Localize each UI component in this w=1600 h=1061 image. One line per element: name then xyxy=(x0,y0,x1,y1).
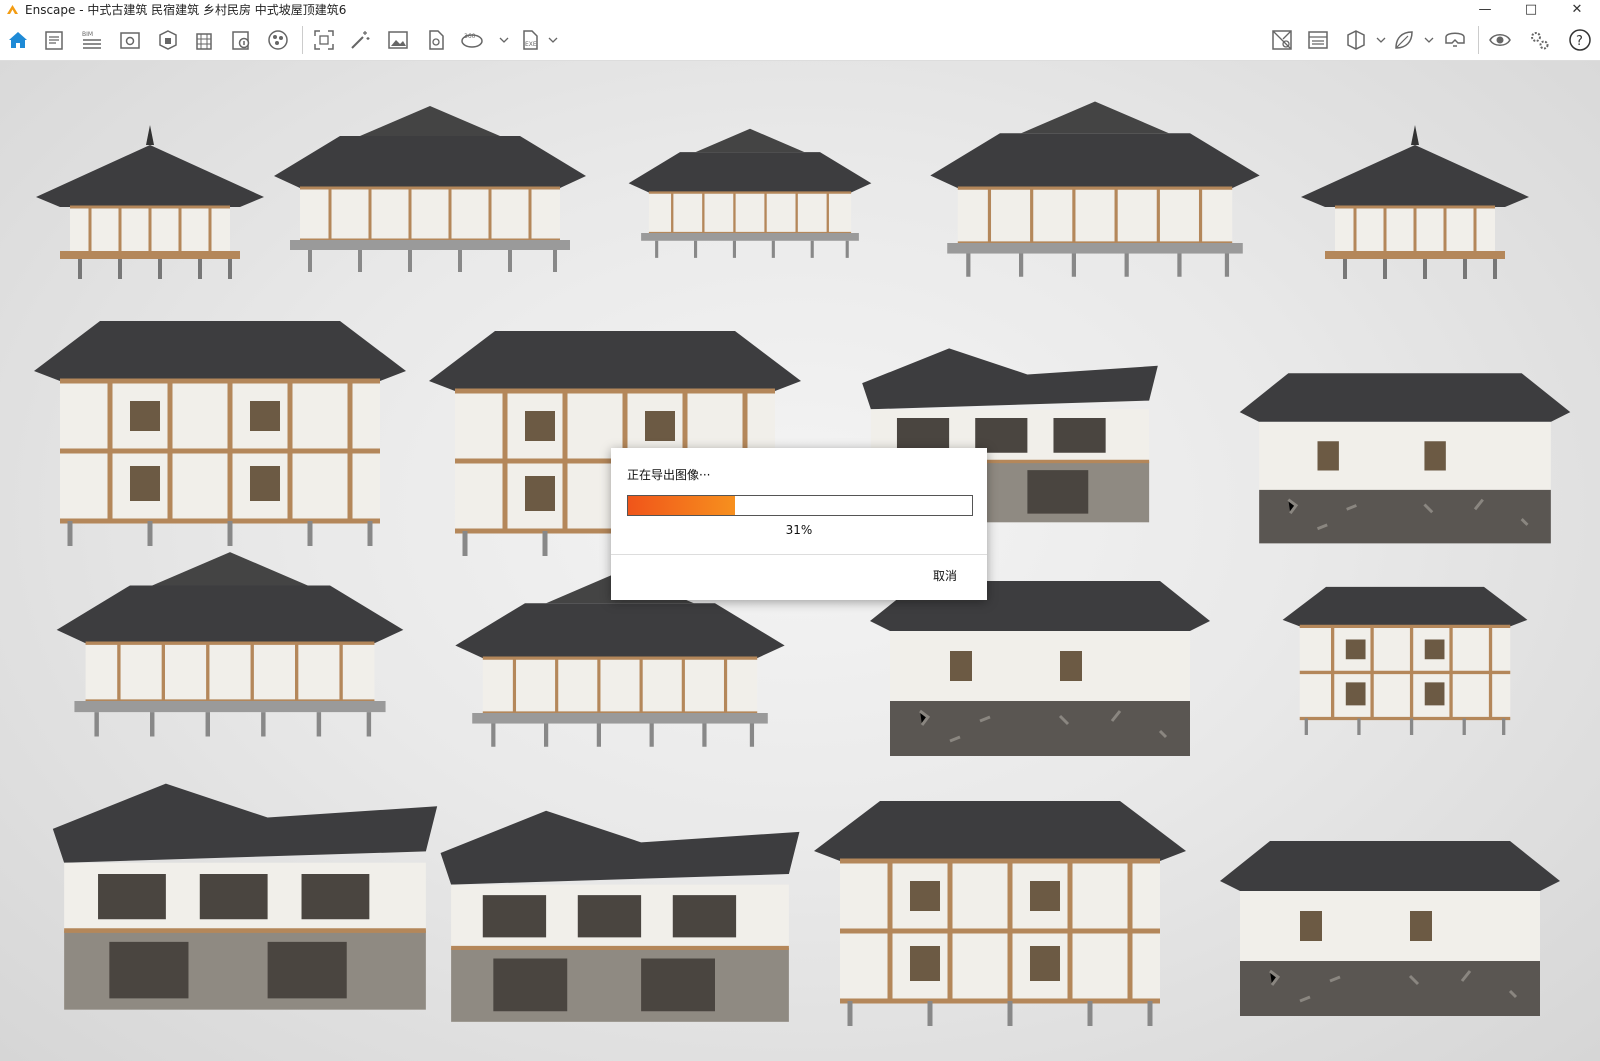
enscape-logo-icon xyxy=(7,4,18,14)
stone-house-model xyxy=(868,579,1212,758)
exe-export-icon[interactable]: EXE xyxy=(518,28,542,52)
chevron-down-icon[interactable] xyxy=(499,36,509,44)
progress-fill xyxy=(628,496,735,515)
hall-model xyxy=(626,127,874,260)
export-file-icon[interactable] xyxy=(424,28,448,52)
courtyard-model xyxy=(57,552,404,736)
modern-house-model xyxy=(441,811,800,1022)
progress-bar xyxy=(627,495,973,516)
chevron-down-icon[interactable] xyxy=(1424,36,1434,44)
cube-view-icon[interactable] xyxy=(1344,28,1368,52)
view-icon[interactable] xyxy=(118,28,142,52)
dialog-title: 正在导出图像··· xyxy=(627,468,711,482)
asset-library-icon[interactable] xyxy=(156,28,180,52)
info-book-icon[interactable] xyxy=(229,28,253,52)
toolbar-separator xyxy=(1478,26,1479,54)
magic-wand-icon[interactable] xyxy=(348,28,372,52)
main-toolbar: BIM 360 EXE ? xyxy=(0,18,1600,75)
progress-percent: 31% xyxy=(785,523,813,537)
help-label: ? xyxy=(1576,34,1583,49)
stone-house-model xyxy=(1238,371,1572,545)
cancel-button[interactable]: 取消 xyxy=(933,567,957,584)
upload-icon[interactable] xyxy=(1270,28,1294,52)
vr-headset-icon[interactable] xyxy=(1443,28,1467,52)
building-icon[interactable] xyxy=(192,28,216,52)
two-story-house-model xyxy=(814,801,1186,1026)
image-icon[interactable] xyxy=(386,28,410,52)
pavilion-model xyxy=(34,123,266,281)
pavilion-model xyxy=(1301,125,1529,279)
screenshot-icon[interactable] xyxy=(312,28,336,52)
wood-house-model xyxy=(1280,585,1530,737)
close-icon[interactable]: ✕ xyxy=(1554,0,1600,18)
window-title-bar: Enscape - 中式古建筑 民宿建筑 乡村民房 中式坡屋顶建筑6 — □ ✕ xyxy=(0,0,1600,18)
hall-model xyxy=(274,106,586,272)
minimize-icon[interactable]: — xyxy=(1462,0,1508,18)
settings-gear-icon[interactable] xyxy=(1527,28,1551,52)
leaf-atmosphere-icon[interactable] xyxy=(1392,28,1416,52)
image-gallery-icon[interactable] xyxy=(1306,28,1330,52)
help-icon[interactable]: ? xyxy=(1568,28,1592,52)
hall-model xyxy=(930,102,1259,277)
modern-house-model xyxy=(53,784,437,1010)
dialog-divider xyxy=(611,554,987,555)
exe-label: EXE xyxy=(525,41,537,48)
maximize-icon[interactable]: □ xyxy=(1508,0,1554,18)
chevron-down-icon[interactable] xyxy=(548,36,558,44)
stone-house-model xyxy=(1218,839,1562,1018)
chevron-down-icon[interactable] xyxy=(1376,36,1386,44)
two-story-house-model xyxy=(34,321,406,546)
home-icon[interactable] xyxy=(6,28,30,52)
toolbar-separator xyxy=(302,26,303,54)
material-ball-icon[interactable] xyxy=(266,28,290,52)
notes-icon[interactable] xyxy=(42,28,66,52)
bim-icon[interactable]: BIM xyxy=(80,28,104,52)
eye-visual-settings-icon[interactable] xyxy=(1488,28,1512,52)
panorama-360-icon[interactable]: 360 xyxy=(460,28,484,52)
bim-label: BIM xyxy=(82,31,93,38)
pano-label: 360 xyxy=(464,33,476,40)
export-progress-dialog: 正在导出图像··· 31% 取消 xyxy=(611,448,987,600)
window-title: Enscape - 中式古建筑 民宿建筑 乡村民房 中式坡屋顶建筑6 xyxy=(25,2,347,17)
